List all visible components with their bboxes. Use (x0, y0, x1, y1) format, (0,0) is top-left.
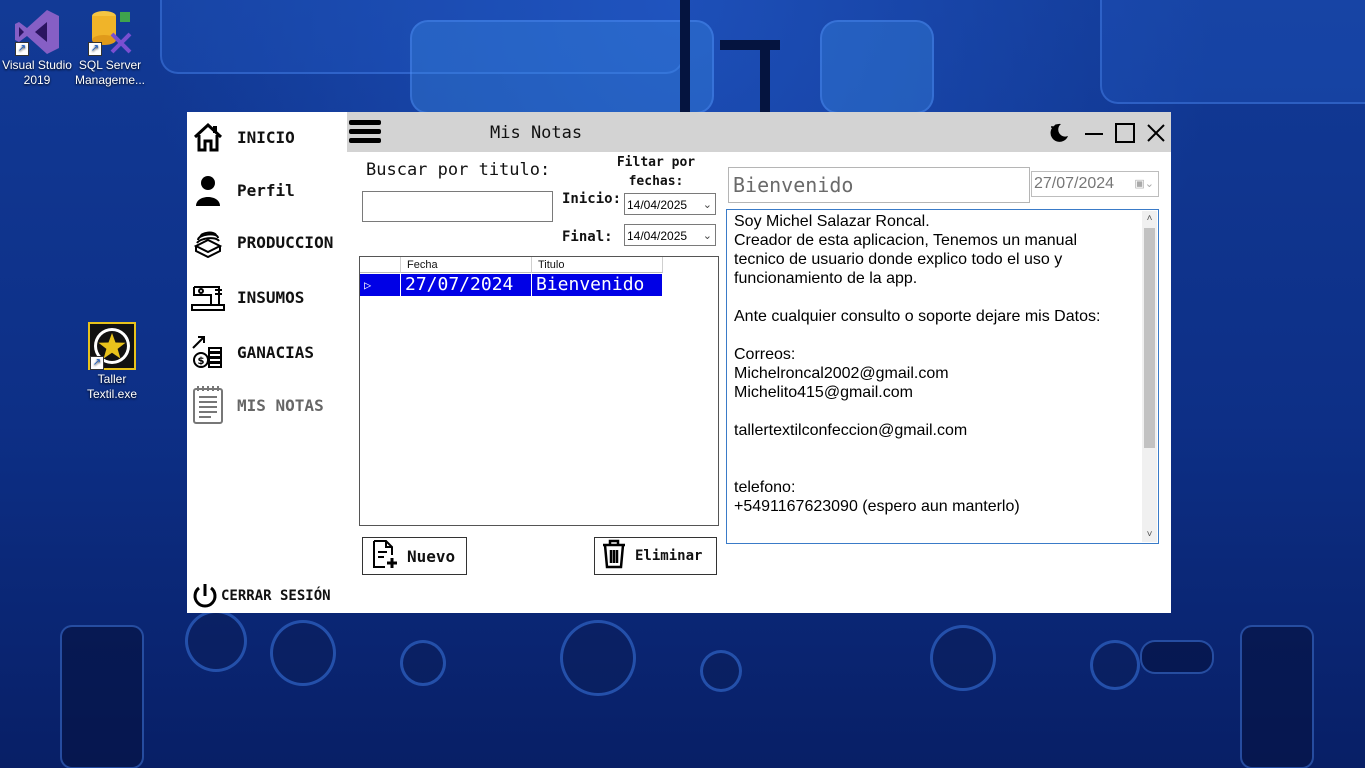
row-pointer-icon: ▷ (364, 278, 372, 292)
note-line: funcionamiento de la app. (734, 270, 918, 287)
trash-icon (601, 539, 627, 573)
close-icon[interactable] (1145, 122, 1167, 144)
column-header-fecha[interactable]: Fecha (401, 257, 532, 273)
new-note-button[interactable]: Nuevo (362, 537, 467, 575)
minimize-icon[interactable] (1083, 122, 1105, 144)
note-title-field[interactable]: Bienvenido (728, 167, 1030, 203)
note-line: Creador de esta aplicacion, Tenemos un m… (734, 232, 1078, 249)
sidebar-item-mis-notas[interactable]: MIS NOTAS (191, 386, 324, 424)
svg-text:$: $ (198, 356, 205, 367)
note-date-picker[interactable]: 27/07/2024 ▣⌄ (1031, 171, 1159, 197)
note-line (734, 288, 1134, 307)
sidebar-item-label: INSUMOS (237, 287, 305, 307)
note-body-textarea[interactable]: Soy Michel Salazar Roncal. Creador de est… (726, 209, 1159, 544)
note-line (734, 402, 1134, 421)
note-date-value: 27/07/2024 (1034, 175, 1115, 192)
new-document-icon (371, 539, 399, 573)
sidebar: INICIO Perfil PRODUCCION INSUMOS $ GANAC… (187, 112, 347, 613)
note-line: Michelroncal2002@gmail.com (734, 365, 949, 382)
start-date-value: 14/04/2025 (627, 198, 688, 212)
hamburger-menu-icon[interactable] (349, 120, 381, 146)
scroll-up-icon[interactable]: ˄ (1142, 211, 1157, 226)
dark-mode-icon[interactable] (1047, 122, 1069, 144)
desktop-icon-taller-textil[interactable]: ↗ Taller Textil.exe (72, 322, 152, 402)
note-body-text: Soy Michel Salazar Roncal. Creador de est… (734, 212, 1134, 516)
sidebar-item-label: GANACIAS (237, 342, 315, 362)
chevron-down-icon: ⌄ (702, 230, 712, 242)
calendar-dropdown-icon: ▣⌄ (1134, 178, 1154, 190)
search-input[interactable] (362, 191, 553, 222)
note-line (734, 440, 1134, 459)
power-icon (191, 581, 221, 611)
note-line (734, 459, 1134, 478)
star-app-icon: ↗ (88, 322, 136, 370)
window-title: Mis Notas (490, 123, 583, 143)
end-date-value: 14/04/2025 (627, 229, 688, 243)
visual-studio-icon: ↗ (13, 8, 61, 56)
note-line (734, 326, 1134, 345)
start-date-picker[interactable]: 14/04/2025 ⌄ (624, 193, 716, 215)
sidebar-item-label: INICIO (237, 127, 295, 147)
sidebar-item-label: PRODUCCION (237, 232, 334, 252)
note-line: telefono: (734, 479, 796, 496)
row-selector[interactable]: ▷ (360, 274, 401, 296)
sidebar-item-ganancias[interactable]: $ GANACIAS (191, 335, 314, 369)
notes-grid[interactable]: Fecha Titulo ▷ 27/07/2024 Bienvenido (359, 256, 719, 526)
sidebar-item-label: Perfil (237, 180, 295, 200)
row-header-column (360, 257, 401, 273)
cell-titulo[interactable]: Bienvenido (532, 274, 663, 296)
start-date-label: Inicio: (562, 191, 622, 207)
note-line: tallertextilconfeccion@gmail.com (734, 422, 968, 439)
filter-label: Filtar por fechas: (616, 155, 696, 189)
sidebar-item-insumos[interactable]: INSUMOS (191, 280, 304, 314)
end-date-picker[interactable]: 14/04/2025 ⌄ (624, 224, 716, 246)
user-icon (191, 173, 225, 207)
sidebar-item-produccion[interactable]: PRODUCCION (191, 225, 333, 259)
column-header-titulo[interactable]: Titulo (532, 257, 663, 273)
note-line: +5491167623090 (espero aun manterlo) (734, 498, 1020, 515)
note-line: tecnico de usuario donde explico todo el… (734, 251, 1063, 268)
sidebar-item-perfil[interactable]: Perfil (191, 173, 295, 207)
maximize-icon[interactable] (1114, 122, 1136, 144)
new-note-label: Nuevo (407, 546, 456, 566)
notepad-icon (191, 386, 225, 424)
scroll-down-icon[interactable]: ˅ (1142, 527, 1157, 542)
sewing-machine-icon (191, 280, 225, 314)
note-line: Ante cualquier consulto o soporte dejare… (734, 308, 1101, 325)
cell-fecha[interactable]: 27/07/2024 (401, 274, 532, 296)
delete-note-button[interactable]: Eliminar (594, 537, 717, 575)
home-icon (191, 120, 225, 154)
logout-button[interactable]: CERRAR SESIÓN (191, 581, 331, 611)
fabric-stack-icon (191, 225, 225, 259)
money-growth-icon: $ (191, 335, 225, 369)
title-bar: Mis Notas (347, 112, 1171, 152)
search-label: Buscar por titulo: (366, 160, 551, 180)
scroll-thumb[interactable] (1144, 228, 1155, 448)
sidebar-item-label: MIS NOTAS (237, 395, 324, 415)
table-row[interactable]: ▷ 27/07/2024 Bienvenido (360, 274, 663, 296)
sql-server-icon: ↗ (86, 8, 134, 56)
note-line: Michelito415@gmail.com (734, 384, 913, 401)
delete-note-label: Eliminar (635, 548, 703, 564)
chevron-down-icon: ⌄ (702, 199, 712, 211)
note-line: Correos: (734, 346, 796, 363)
logout-label: CERRAR SESIÓN (221, 588, 331, 604)
vertical-scrollbar[interactable]: ˄ ˅ (1142, 211, 1157, 542)
end-date-label: Final: (562, 229, 613, 245)
desktop-icon-sql-server[interactable]: ↗ SQL Server Manageme... (70, 8, 150, 88)
note-line: Soy Michel Salazar Roncal. (734, 213, 930, 230)
sidebar-item-inicio[interactable]: INICIO (191, 120, 295, 154)
desktop-icon-visual-studio[interactable]: ↗ Visual Studio 2019 (0, 8, 77, 88)
